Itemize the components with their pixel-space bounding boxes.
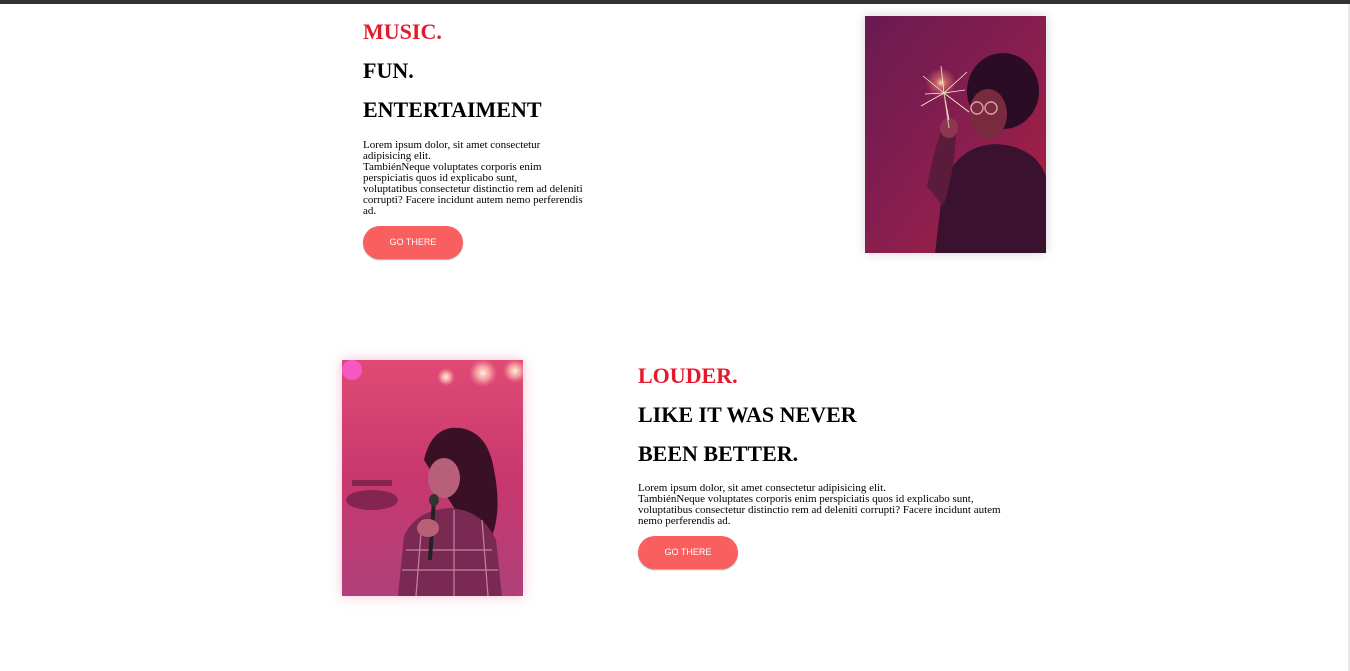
section-music-heading-line-2: ENTERTAIMENT [363, 97, 542, 122]
section-louder-heading-line-2: BEEN BETTER. [638, 441, 799, 466]
singer-on-stage-photo [342, 360, 523, 596]
section-music-body: Lorem ipsum dolor, sit amet consectetur … [363, 140, 623, 217]
section-louder-body: Lorem ipsum dolor, sit amet consectetur … [638, 483, 1018, 527]
section-music-accent: MUSIC. [363, 19, 442, 44]
go-there-button[interactable]: GO THERE [363, 226, 463, 259]
section-music-body-line: corrupti? Facere incidunt autem nemo per… [363, 194, 583, 206]
section-music-heading-line-1: FUN. [363, 58, 414, 83]
section-louder-accent: LOUDER. [638, 363, 738, 388]
section-music-body-line: ad. [363, 205, 377, 217]
singer-on-stage-image [342, 360, 523, 596]
man-with-sparkler-image [865, 16, 1046, 253]
section-music-text: MUSIC. FUN. ENTERTAIMENT Lorem ipsum dol… [363, 20, 623, 217]
section-louder-text: LOUDER. LIKE IT WAS NEVER BEEN BETTER. L… [638, 364, 1018, 527]
man-with-sparkler-photo [865, 16, 1046, 253]
section-louder-heading-line-1: LIKE IT WAS NEVER [638, 402, 857, 427]
go-there-button[interactable]: GO THERE [638, 536, 738, 569]
browser-top-bar [0, 0, 1350, 4]
section-louder-body-line: nemo perferendis ad. [638, 515, 731, 527]
